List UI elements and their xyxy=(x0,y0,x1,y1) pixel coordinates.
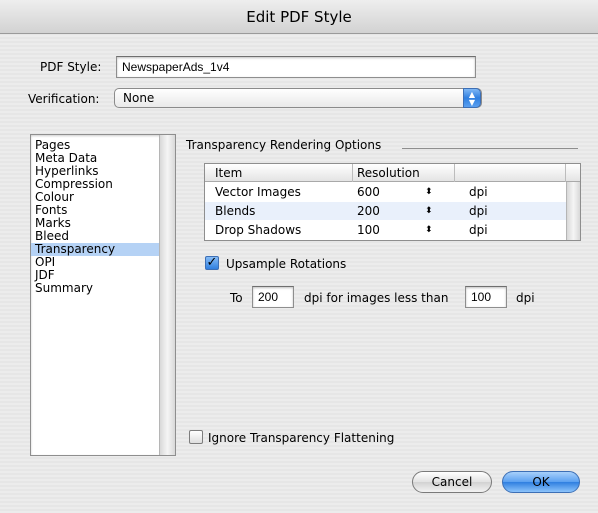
category-list-items: Pages Meta Data Hyperlinks Compression C… xyxy=(31,135,159,295)
ignore-flattening-checkbox[interactable] xyxy=(189,430,203,444)
window-title: Edit PDF Style xyxy=(0,0,598,34)
column-header-unit[interactable] xyxy=(455,164,566,182)
row-item: Vector Images xyxy=(215,185,301,199)
images-less-than-unit: dpi xyxy=(516,291,535,305)
cancel-button[interactable]: Cancel xyxy=(412,471,492,493)
row-unit: dpi xyxy=(469,185,488,199)
images-less-than-input[interactable]: 100 xyxy=(465,286,507,308)
row-resolution[interactable]: 100 xyxy=(357,221,380,239)
table-scrollbar[interactable] xyxy=(566,182,580,240)
pdf-style-input[interactable]: NewspaperAds_1v4 xyxy=(116,56,476,78)
stepper-icon[interactable]: ⬍ xyxy=(425,221,433,239)
row-resolution[interactable]: 600 xyxy=(357,183,380,201)
popup-arrows-icon: ▲ ▼ xyxy=(463,88,481,108)
upsample-middle-label: dpi for images less than xyxy=(304,291,449,305)
table-header: Item Resolution xyxy=(205,164,580,182)
verification-label: Verification: xyxy=(28,92,100,106)
sidebar-item-summary[interactable]: Summary xyxy=(31,282,159,295)
upsample-rotations-checkbox[interactable]: ✓ xyxy=(205,256,219,270)
column-header-resolution[interactable]: Resolution xyxy=(353,164,455,182)
row-unit: dpi xyxy=(469,204,488,218)
row-item: Drop Shadows xyxy=(215,223,302,237)
resolution-table: Item Resolution Vector Images 600 ⬍ dpi … xyxy=(204,163,581,241)
table-row[interactable]: Vector Images 600 ⬍ dpi xyxy=(205,183,580,201)
ignore-flattening-label: Ignore Transparency Flattening xyxy=(208,431,395,445)
section-title: Transparency Rendering Options xyxy=(186,138,382,152)
stepper-icon[interactable]: ⬍ xyxy=(425,183,433,201)
section-divider xyxy=(402,148,578,149)
verification-popup[interactable]: None ▲ ▼ xyxy=(114,88,482,108)
row-item: Blends xyxy=(215,204,256,218)
check-icon: ✓ xyxy=(206,255,218,270)
table-row[interactable]: Drop Shadows 100 ⬍ dpi xyxy=(205,221,580,239)
pdf-style-label: PDF Style: xyxy=(40,60,102,74)
ok-button[interactable]: OK xyxy=(502,471,580,493)
table-row[interactable]: Blends 200 ⬍ dpi xyxy=(205,202,580,220)
edit-pdf-style-dialog: Edit PDF Style PDF Style: NewspaperAds_1… xyxy=(0,0,598,513)
upsample-to-input[interactable]: 200 xyxy=(252,286,294,308)
upsample-rotations-label: Upsample Rotations xyxy=(226,257,347,271)
upsample-to-label: To xyxy=(230,291,243,305)
row-unit: dpi xyxy=(469,223,488,237)
row-resolution[interactable]: 200 xyxy=(357,202,380,220)
stepper-icon[interactable]: ⬍ xyxy=(425,202,433,220)
verification-value: None xyxy=(123,91,155,105)
category-list-scrollbar[interactable] xyxy=(159,135,175,455)
category-list[interactable]: Pages Meta Data Hyperlinks Compression C… xyxy=(30,134,176,456)
column-header-item[interactable]: Item xyxy=(205,164,353,182)
